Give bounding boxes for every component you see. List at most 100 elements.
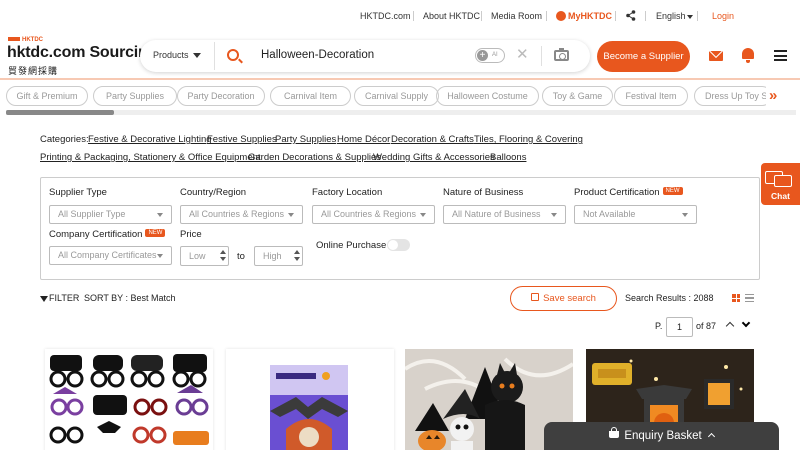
become-supplier-button[interactable]: Become a Supplier xyxy=(597,41,690,72)
company-certification-text: Company Certification xyxy=(49,229,143,240)
hktdc-logo-mark xyxy=(8,37,20,42)
enquiry-basket-bar[interactable]: Enquiry Basket xyxy=(544,422,779,450)
ai-search-toggle[interactable]: + AI xyxy=(475,48,505,63)
tags-scroll-right-icon[interactable]: » xyxy=(769,88,777,103)
factory-location-value: All Countries & Regions xyxy=(321,209,417,219)
media-room-link[interactable]: Media Room xyxy=(491,11,542,21)
related-tag[interactable]: Halloween Costume xyxy=(436,86,539,106)
filter-toggle[interactable]: FILTER xyxy=(40,293,79,303)
save-search-button[interactable]: Save search xyxy=(510,286,617,311)
related-tag[interactable]: Gift & Premium xyxy=(6,86,88,106)
caret-down-icon xyxy=(157,213,163,217)
divider xyxy=(214,42,215,70)
search-input[interactable]: Halloween-Decoration xyxy=(261,49,374,61)
category-link[interactable]: Festive Supplies xyxy=(207,134,277,145)
category-link[interactable]: Festive & Decorative Lighting xyxy=(88,134,212,145)
caret-down-icon xyxy=(420,213,426,217)
list-view-icon[interactable] xyxy=(745,294,754,302)
product-certification-value: Not Available xyxy=(583,209,636,219)
caret-down-icon xyxy=(192,53,201,59)
hamburger-menu-icon[interactable] xyxy=(774,50,787,61)
scrollbar-thumb[interactable] xyxy=(6,110,114,115)
online-purchase-label: Online Purchase xyxy=(316,240,387,251)
enquiry-basket-label: Enquiry Basket xyxy=(624,430,702,442)
category-link[interactable]: Decoration & Crafts xyxy=(391,134,474,145)
number-spinner-icon[interactable] xyxy=(294,249,300,263)
divider xyxy=(645,11,646,21)
category-link[interactable]: Home Décor xyxy=(337,134,390,145)
save-icon xyxy=(531,293,540,302)
supplier-type-select[interactable]: All Supplier Type xyxy=(49,205,172,224)
price-low-input[interactable]: Low xyxy=(180,246,229,266)
caret-down-icon xyxy=(157,254,163,258)
hktdc-com-link[interactable]: HKTDC.com xyxy=(360,11,411,21)
chevron-down-icon xyxy=(686,14,693,19)
nature-of-business-select[interactable]: All Nature of Business xyxy=(443,205,566,224)
category-link[interactable]: Printing & Packaging, Stationery & Offic… xyxy=(40,152,261,163)
related-tag[interactable]: Party Supplies xyxy=(93,86,177,106)
category-link[interactable]: Tiles, Flooring & Covering xyxy=(474,134,583,145)
sort-by-dropdown[interactable]: SORT BY : Best Match xyxy=(84,293,176,303)
chat-bubble-icon xyxy=(774,175,792,187)
site-logo-chinese: 貿發網採購 xyxy=(8,66,59,76)
related-tag[interactable]: Carnival Item xyxy=(270,86,351,106)
category-link[interactable]: Balloons xyxy=(490,152,526,163)
grid-view-icon[interactable] xyxy=(732,294,740,302)
search-bar: Products Halloween-Decoration + AI ✕ xyxy=(140,40,590,72)
page-prefix: P. xyxy=(655,321,663,331)
camera-icon[interactable] xyxy=(554,48,569,61)
related-tag[interactable]: Toy & Game xyxy=(542,86,613,106)
mail-icon[interactable] xyxy=(709,51,723,61)
factory-location-select[interactable]: All Countries & Regions xyxy=(312,205,435,224)
about-hktdc-link[interactable]: About HKTDC xyxy=(423,11,480,21)
product-certification-select[interactable]: Not Available xyxy=(574,205,697,224)
tags-scrollbar[interactable] xyxy=(6,110,796,115)
chevron-up-icon[interactable] xyxy=(725,321,735,331)
country-region-select[interactable]: All Countries & Regions xyxy=(180,205,303,224)
product-certification-label: Product Certification NEW xyxy=(574,187,683,198)
login-link[interactable]: Login xyxy=(712,11,734,21)
search-icon[interactable] xyxy=(227,49,239,61)
myhktdc-link[interactable]: MyHKTDC xyxy=(556,10,612,22)
nature-of-business-value: All Nature of Business xyxy=(452,209,541,219)
online-purchase-toggle[interactable] xyxy=(387,239,410,251)
page-total: of 87 xyxy=(696,321,717,331)
caret-down-icon xyxy=(682,213,688,217)
category-link[interactable]: Wedding Gifts & Accessories xyxy=(373,152,495,163)
hktdc-logo-text: HKTDC xyxy=(22,37,43,43)
bell-icon[interactable] xyxy=(742,48,754,63)
related-tag[interactable]: Festival Item xyxy=(614,86,688,106)
clear-search-icon[interactable]: ✕ xyxy=(516,47,529,62)
related-tag[interactable]: Party Decoration xyxy=(177,86,265,106)
factory-location-label: Factory Location xyxy=(312,187,383,198)
product-card[interactable] xyxy=(45,349,213,450)
page-number-input[interactable]: 1 xyxy=(666,317,693,337)
supplier-type-label: Supplier Type xyxy=(49,187,107,198)
supplier-type-value: All Supplier Type xyxy=(58,209,126,219)
divider xyxy=(697,11,698,21)
related-tag[interactable]: Carnival Supply xyxy=(354,86,439,106)
ai-label: AI xyxy=(492,52,498,58)
site-logo[interactable]: hktdc.com Sourcing xyxy=(7,44,157,62)
caret-down-icon xyxy=(551,213,557,217)
chevron-up-icon xyxy=(707,433,715,441)
category-link[interactable]: Party Supplies xyxy=(275,134,336,145)
product-card[interactable] xyxy=(226,349,394,450)
filter-label: FILTER xyxy=(49,293,80,303)
chevron-down-icon[interactable] xyxy=(741,318,751,328)
search-category-dropdown[interactable]: Products xyxy=(153,50,201,60)
number-spinner-icon[interactable] xyxy=(220,249,226,263)
language-selector[interactable]: English xyxy=(656,11,693,21)
header-divider xyxy=(0,78,800,80)
search-category-label: Products xyxy=(153,50,189,60)
company-certification-select[interactable]: All Company Certificates xyxy=(49,246,172,265)
chat-widget[interactable]: Chat xyxy=(761,163,800,205)
price-high-input[interactable]: High xyxy=(254,246,303,266)
related-tag[interactable]: Dress Up Toy Set xyxy=(694,86,766,106)
new-badge: NEW xyxy=(145,229,166,238)
company-certification-value: All Company Certificates xyxy=(58,250,157,260)
caret-down-icon xyxy=(288,213,294,217)
category-link[interactable]: Garden Decorations & Supplies xyxy=(248,152,381,163)
share-icon[interactable] xyxy=(626,10,636,21)
hktdc-logo-small[interactable]: HKTDC xyxy=(8,37,43,43)
